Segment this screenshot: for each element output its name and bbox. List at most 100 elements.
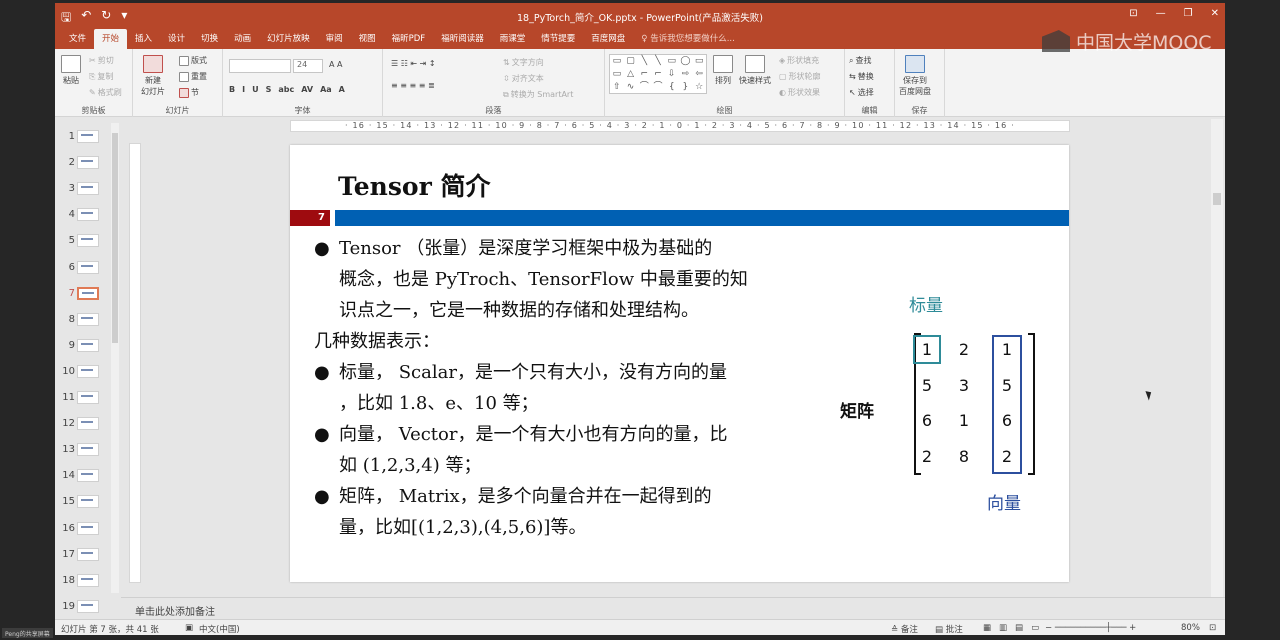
font-format-button[interactable]: U — [252, 85, 259, 94]
tab-6[interactable]: 幻灯片放映 — [259, 29, 318, 49]
restore-button[interactable]: ❐ — [1184, 8, 1193, 19]
shape-option[interactable]: ⌐ — [651, 68, 665, 81]
shape-option[interactable]: ╲ — [651, 55, 665, 68]
notes-pane[interactable]: 单击此处添加备注 — [121, 597, 1225, 619]
replace-button[interactable]: ⇆ 替换 — [849, 71, 874, 82]
cut-button[interactable]: ✂ 剪切 — [89, 55, 114, 66]
shape-option[interactable]: ▭ — [692, 55, 706, 68]
tab-7[interactable]: 审阅 — [318, 29, 351, 49]
shape-option[interactable]: ▭ — [610, 55, 624, 68]
font-format-button[interactable]: AV — [301, 85, 313, 94]
quick-styles-button[interactable]: 快速样式 — [739, 55, 771, 86]
vector-label[interactable]: 向量 — [987, 489, 1021, 514]
matrix-figure[interactable]: 1 2 1 5 3 5 6 1 6 2 8 2 — [910, 333, 1040, 479]
list-buttons[interactable]: ☰ ☷ ⇤ ⇥ ↕ — [391, 59, 436, 68]
shape-option[interactable]: ╲ — [637, 55, 651, 68]
slide-canvas[interactable]: Tensor 简介 7 ● Tensor （张量）是深度学习框架中极为基础的 概念，… — [290, 145, 1069, 582]
group-label: 幻灯片 — [165, 106, 190, 115]
shape-option[interactable]: ▭ — [665, 55, 679, 68]
shapes-gallery[interactable]: ▭ ▢ ╲ ╲ ▭ ◯ ▭ ▭ △ ⌐ ⌐ ⇩ ⇨ ⇦ ⇧ ∿ ⌒ ⌒{} ☆ — [609, 54, 707, 94]
shape-effects-button[interactable]: ◐ 形状效果 — [779, 87, 820, 98]
shape-option[interactable]: ◯ — [679, 55, 693, 68]
scroll-thumb[interactable] — [1213, 193, 1221, 205]
view-buttons[interactable]: ▦▥▤▭ — [983, 623, 1047, 633]
align-text-button[interactable]: ⇳ 对齐文本 — [503, 73, 544, 84]
zoom-level[interactable]: 80% — [1181, 623, 1200, 633]
font-format-button[interactable]: A — [339, 85, 345, 94]
mooc-watermark: 中国大学MOOC — [1042, 28, 1212, 54]
tell-me-box[interactable]: ♀ 告诉我您想要做什么... — [633, 29, 743, 49]
shape-option[interactable]: ☆ — [692, 81, 706, 94]
horizontal-ruler[interactable]: · 16 · 15 · 14 · 13 · 12 · 11 · 10 · 9 ·… — [290, 120, 1070, 132]
shape-option[interactable]: ⌐ — [637, 68, 651, 81]
layout-button[interactable]: 版式 — [179, 55, 207, 66]
text-direction-button[interactable]: ⇅ 文字方向 — [503, 57, 544, 68]
tab-5[interactable]: 动画 — [226, 29, 259, 49]
minimize-button[interactable]: — — [1156, 8, 1166, 19]
spellcheck-icon[interactable]: ▣ — [185, 623, 193, 633]
reset-button[interactable]: 重置 — [179, 71, 207, 82]
font-name-combo[interactable] — [229, 59, 291, 73]
shape-option[interactable]: △ — [624, 68, 638, 81]
matrix-label[interactable]: 矩阵 — [840, 397, 874, 422]
tab-12[interactable]: 情节提要 — [533, 29, 583, 49]
font-format-button[interactable]: abc — [278, 85, 294, 94]
arrange-button[interactable]: 排列 — [713, 55, 733, 86]
shape-outline-button[interactable]: ▢ 形状轮廓 — [779, 71, 821, 82]
tab-0[interactable]: 文件 — [61, 29, 94, 49]
align-buttons[interactable]: ≡ ≡ ≡ ≡ ≣ — [391, 81, 435, 90]
shape-option[interactable]: ▢ — [624, 55, 638, 68]
tab-13[interactable]: 百度网盘 — [583, 29, 633, 49]
save-to-baidu-button[interactable]: 保存到 百度网盘 — [899, 55, 931, 97]
scroll-thumb[interactable] — [112, 133, 118, 343]
slide-scrollbar[interactable] — [1211, 119, 1223, 599]
slide-title[interactable]: Tensor 简介 — [338, 167, 490, 203]
zoom-slider[interactable]: − ──────────┼─── + — [1045, 623, 1136, 633]
tab-1[interactable]: 开始 — [94, 29, 128, 49]
paste-button[interactable]: 粘贴 — [61, 55, 81, 86]
shape-option[interactable]: ⇩ — [665, 68, 679, 81]
language-indicator[interactable]: 中文(中国) — [199, 623, 240, 635]
fit-slide-icon[interactable]: ⊡ — [1209, 623, 1216, 633]
tab-2[interactable]: 插入 — [127, 29, 160, 49]
font-grow-icon[interactable]: A A — [329, 60, 343, 69]
thumbnail-scrollbar[interactable] — [111, 123, 119, 593]
ribbon-display-icon[interactable]: ⊡ — [1129, 8, 1137, 19]
shape-option[interactable]: ⇦ — [692, 68, 706, 81]
shape-option[interactable]: ⌒ — [651, 81, 665, 94]
find-button[interactable]: ⌕ 查找 — [849, 55, 871, 66]
copy-button[interactable]: ⎘ 复制 — [89, 71, 113, 82]
shape-option[interactable]: ▭ — [610, 68, 624, 81]
vertical-ruler[interactable] — [129, 143, 141, 583]
shape-option[interactable]: ∿ — [624, 81, 638, 94]
shape-option[interactable]: ⇨ — [679, 68, 693, 81]
tab-4[interactable]: 切换 — [193, 29, 226, 49]
shape-fill-button[interactable]: ◈ 形状填充 — [779, 55, 819, 66]
slide-thumbnail[interactable]: 19 — [55, 597, 121, 617]
tab-9[interactable]: 福昕PDF — [384, 29, 434, 49]
font-format-button[interactable]: I — [242, 85, 245, 94]
comments-toggle[interactable]: ▤ 批注 — [935, 623, 963, 635]
close-button[interactable]: ✕ — [1211, 8, 1219, 19]
slide-body-text[interactable]: ● Tensor （张量）是深度学习框架中极为基础的 概念，也是 PyTroch、T… — [314, 233, 814, 543]
shape-option[interactable]: } — [679, 81, 693, 94]
shape-option[interactable]: ⌒ — [637, 81, 651, 94]
font-format-button[interactable]: S — [266, 85, 272, 94]
notes-toggle[interactable]: ≙ 备注 — [891, 623, 918, 635]
new-slide-button[interactable]: 新建 幻灯片 — [141, 55, 165, 97]
tab-3[interactable]: 设计 — [160, 29, 193, 49]
scalar-label[interactable]: 标量 — [909, 291, 943, 316]
font-format-button[interactable]: Aa — [320, 85, 332, 94]
section-button[interactable]: 节 — [179, 87, 199, 98]
tab-10[interactable]: 福昕阅读器 — [433, 29, 492, 49]
font-size-combo[interactable]: 24 — [293, 59, 323, 73]
smartart-button[interactable]: ⧉ 转换为 SmartArt — [503, 89, 573, 100]
tab-8[interactable]: 视图 — [351, 29, 384, 49]
font-format-button[interactable]: B — [229, 85, 235, 94]
shape-option[interactable]: ⇧ — [610, 81, 624, 94]
search-icon: ⌕ — [849, 55, 854, 65]
select-button[interactable]: ↖ 选择 — [849, 87, 874, 98]
shape-option[interactable]: { — [665, 81, 679, 94]
format-painter-button[interactable]: ✎ 格式刷 — [89, 87, 122, 98]
tab-11[interactable]: 雨课堂 — [492, 29, 534, 49]
